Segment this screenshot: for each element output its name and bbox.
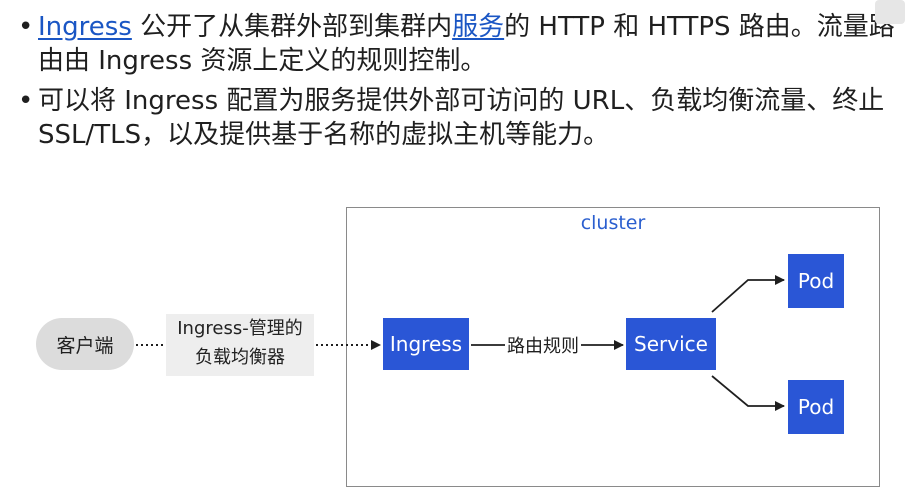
pod-node-top: Pod bbox=[788, 254, 844, 308]
diagram-arrows bbox=[136, 275, 785, 411]
ingress-node: Ingress bbox=[383, 318, 469, 370]
client-node: 客户端 bbox=[36, 318, 134, 370]
routing-rules-label: 路由规则 bbox=[505, 332, 581, 358]
service-to-pod-bottom-arrow bbox=[711, 375, 785, 411]
pod-node-bottom: Pod bbox=[788, 380, 844, 434]
service-node: Service bbox=[626, 318, 716, 370]
load-balancer-label: Ingress-管理的 负载均衡器 bbox=[166, 314, 314, 376]
load-balancer-label-line1: Ingress-管理的 bbox=[177, 318, 303, 339]
service-to-pod-top-arrow bbox=[711, 275, 785, 313]
load-balancer-label-line2: 负载均衡器 bbox=[195, 347, 285, 368]
